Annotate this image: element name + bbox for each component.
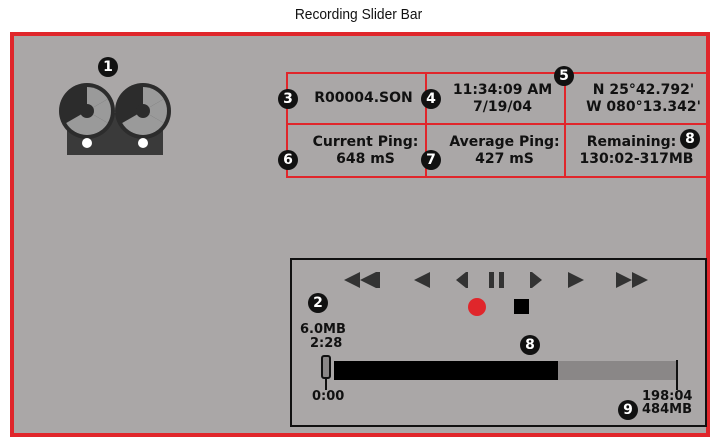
pause-icon[interactable] xyxy=(489,270,505,290)
sonar-screen: 1 R00004.SON 11:34:09 AM 7/19/04 N 25°42… xyxy=(10,32,710,437)
callout-5: 5 xyxy=(554,66,574,86)
time-date-cell: 11:34:09 AM 7/19/04 xyxy=(427,74,566,125)
callout-7: 7 xyxy=(421,150,441,170)
callout-9: 9 xyxy=(618,400,638,420)
bar-end-tick xyxy=(676,360,678,390)
average-ping-value: 427 mS xyxy=(475,150,534,167)
callout-4: 4 xyxy=(421,89,441,109)
remaining-label: Remaining: xyxy=(586,133,677,150)
play-icon[interactable] xyxy=(566,270,584,290)
end-size-label: 484MB xyxy=(642,402,692,417)
step-back-icon[interactable] xyxy=(414,270,432,290)
average-ping-label: Average Ping: xyxy=(449,133,560,150)
longitude: W 080°13.342' xyxy=(586,98,701,115)
recording-info-panel: R00004.SON 11:34:09 AM 7/19/04 N 25°42.7… xyxy=(286,72,709,178)
recording-time: 11:34:09 AM xyxy=(452,81,553,98)
recording-date: 7/19/04 xyxy=(473,98,532,115)
current-time-label: 2:28 xyxy=(310,336,343,351)
current-ping-cell: Current Ping: 648 mS xyxy=(288,125,427,176)
position-cell: N 25°42.792' W 080°13.342' xyxy=(566,74,707,125)
current-ping-label: Current Ping: xyxy=(312,133,419,150)
current-size-label: 6.0MB xyxy=(300,322,346,337)
figure-caption: Recording Slider Bar xyxy=(294,6,423,23)
fast-forward-icon[interactable] xyxy=(614,270,650,290)
callout-6: 6 xyxy=(278,150,298,170)
frame-back-icon[interactable] xyxy=(456,270,468,290)
callout-1: 1 xyxy=(98,57,118,77)
recorded-portion xyxy=(334,361,558,380)
callout-2: 2 xyxy=(308,293,328,313)
filename: R00004.SON xyxy=(314,90,413,106)
filename-cell: R00004.SON xyxy=(288,74,427,125)
stop-button[interactable] xyxy=(514,299,529,314)
frame-forward-icon[interactable] xyxy=(530,270,542,290)
remaining-value: 130:02-317MB xyxy=(579,150,694,167)
rewind-icon[interactable] xyxy=(344,270,380,290)
current-ping-value: 648 mS xyxy=(336,150,395,167)
callout-3: 3 xyxy=(278,89,298,109)
average-ping-cell: Average Ping: 427 mS xyxy=(427,125,566,176)
latitude: N 25°42.792' xyxy=(592,81,695,98)
playback-panel: 2 6.0MB 2:28 8 0:00 9 198:04 484MB xyxy=(290,258,707,427)
record-button[interactable] xyxy=(468,298,486,316)
callout-8-bar: 8 xyxy=(520,335,540,355)
callout-8-remaining: 8 xyxy=(680,129,700,149)
tape-reel-icon xyxy=(59,83,171,155)
recording-progress-bar[interactable] xyxy=(334,361,678,380)
playback-slider-handle[interactable] xyxy=(321,355,331,379)
start-time-label: 0:00 xyxy=(312,389,345,404)
